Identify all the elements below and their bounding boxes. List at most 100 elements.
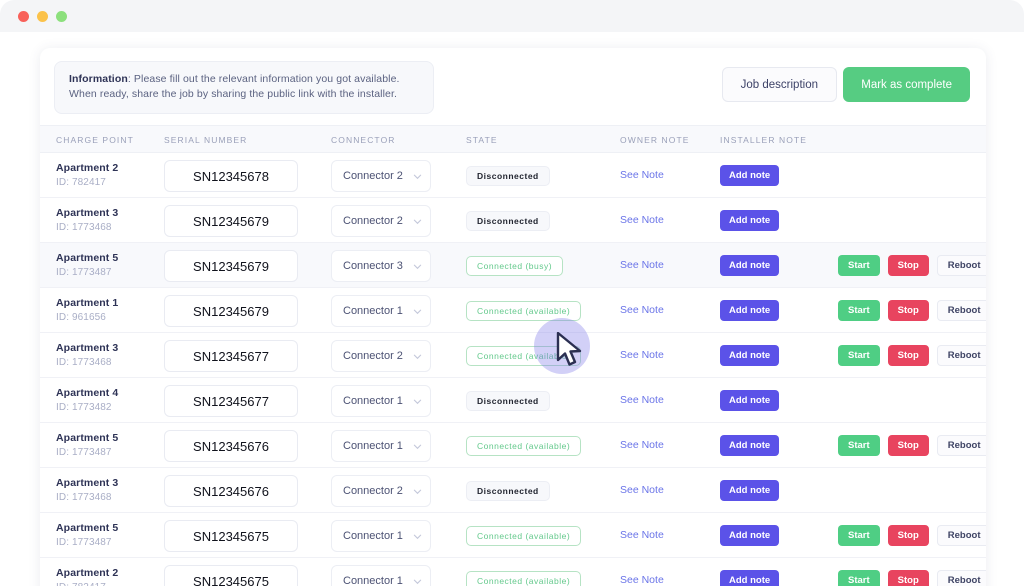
table-row[interactable]: Apartment 3 ID: 1773468 Connector 2 Connect… [40,333,986,378]
serial-number-input[interactable] [164,385,298,417]
content-card: Information: Please fill out the relevan… [40,48,986,586]
table-row[interactable]: Apartment 2 ID: 782417 Connector 2 Disconne… [40,153,986,198]
table-row[interactable]: Apartment 1 ID: 961656 Connector 1 Connecte… [40,288,986,333]
minimize-window-dot[interactable] [37,10,48,22]
add-note-button[interactable]: Add note [720,570,780,586]
stop-button[interactable]: Stop [887,435,929,456]
start-button[interactable]: Start [838,435,880,456]
owner-note-link[interactable]: See Note [620,349,664,361]
installer-note-cell: Add note [720,300,780,321]
add-note-button[interactable]: Add note [720,210,780,231]
owner-note-link[interactable]: See Note [620,439,664,451]
owner-note-link[interactable]: See Note [620,529,664,541]
owner-note-link[interactable]: See Note [620,259,664,271]
owner-note-link[interactable]: See Note [620,304,664,316]
add-note-button[interactable]: Add note [720,435,780,456]
reboot-button[interactable]: Reboot [936,255,986,276]
page-body: Information: Please fill out the relevan… [0,32,1024,586]
charge-point-cell: Apartment 5 ID: 1773487 [56,432,118,458]
reboot-button[interactable]: Reboot [936,300,986,321]
start-button[interactable]: Start [838,255,880,276]
table-row[interactable]: Apartment 3 ID: 1773468 Connector 2 Disconn… [40,468,986,513]
start-button[interactable]: Start [838,300,880,321]
charge-point-name: Apartment 2 [56,567,119,579]
table-row[interactable]: Apartment 5 ID: 1773487 Connector 3 Connect… [40,243,986,288]
connector-select-value: Connector 1 [343,440,403,452]
charge-point-cell: Apartment 5 ID: 1773487 [56,252,118,278]
stop-button[interactable]: Stop [887,255,929,276]
maximize-window-dot[interactable] [56,10,67,22]
start-button[interactable]: Start [838,570,880,586]
row-actions: Start Stop Reboot [838,435,986,456]
table-row[interactable]: Apartment 5 ID: 1773487 Connector 1 Connect… [40,423,986,468]
connector-select-value: Connector 1 [343,575,403,586]
stop-button[interactable]: Stop [887,525,929,546]
serial-number-input[interactable] [164,205,298,237]
owner-note-link[interactable]: See Note [620,214,664,226]
serial-number-input[interactable] [164,340,298,372]
status-badge: Connected (busy) [466,256,564,276]
close-window-dot[interactable] [18,10,29,22]
add-note-button[interactable]: Add note [720,255,780,276]
serial-number-input[interactable] [164,160,298,192]
row-actions: Start Stop Reboot [838,570,986,586]
serial-number-input[interactable] [164,520,298,552]
table-row[interactable]: Apartment 4 ID: 1773482 Connector 1 Disconn… [40,378,986,423]
charge-point-cell: Apartment 4 ID: 1773482 [56,387,118,413]
connector-select[interactable]: Connector 2 [331,160,431,192]
add-note-button[interactable]: Add note [720,390,780,411]
stop-button[interactable]: Stop [887,300,929,321]
owner-note-link[interactable]: See Note [620,169,664,181]
serial-number-input[interactable] [164,430,298,462]
chevron-down-icon [413,174,422,179]
charge-point-id: ID: 1773468 [56,357,112,368]
connector-select[interactable]: Connector 1 [331,520,431,552]
add-note-button[interactable]: Add note [720,165,780,186]
serial-number-cell [164,565,298,586]
stop-button[interactable]: Stop [887,570,929,586]
connector-select[interactable]: Connector 3 [331,250,431,282]
job-description-button[interactable]: Job description [721,67,837,102]
serial-number-input[interactable] [164,565,298,586]
connector-select[interactable]: Connector 1 [331,565,431,586]
add-note-button[interactable]: Add note [720,345,780,366]
connector-select[interactable]: Connector 1 [331,430,431,462]
reboot-button[interactable]: Reboot [936,345,986,366]
reboot-button[interactable]: Reboot [936,525,986,546]
table-row[interactable]: Apartment 2 ID: 782417 Connector 1 Connecte… [40,558,986,586]
connector-select[interactable]: Connector 2 [331,475,431,507]
connector-select[interactable]: Connector 2 [331,205,431,237]
owner-note-link[interactable]: See Note [620,484,664,496]
start-button[interactable]: Start [838,345,880,366]
owner-note-link[interactable]: See Note [620,574,664,586]
charge-point-name: Apartment 5 [56,522,119,534]
connector-select[interactable]: Connector 1 [331,385,431,417]
mark-as-complete-button[interactable]: Mark as complete [843,67,970,102]
charge-point-name: Apartment 3 [56,207,119,219]
connector-cell: Connector 2 [331,475,431,507]
reboot-button[interactable]: Reboot [936,435,986,456]
state-cell: Disconnected [466,211,550,231]
charge-point-id: ID: 1773468 [56,222,112,233]
stop-button[interactable]: Stop [887,345,929,366]
owner-note-link[interactable]: See Note [620,394,664,406]
serial-number-input[interactable] [164,295,298,327]
row-actions: Start Stop Reboot [838,300,986,321]
connector-select[interactable]: Connector 2 [331,340,431,372]
state-cell: Connected (available) [466,346,582,366]
serial-number-input[interactable] [164,475,298,507]
information-banner: Information: Please fill out the relevan… [54,61,434,114]
connector-select[interactable]: Connector 1 [331,295,431,327]
serial-number-input[interactable] [164,250,298,282]
add-note-button[interactable]: Add note [720,480,780,501]
add-note-button[interactable]: Add note [720,300,780,321]
table-row[interactable]: Apartment 5 ID: 1773487 Connector 1 Connect… [40,513,986,558]
status-badge: Connected (available) [466,526,582,546]
charge-point-name: Apartment 4 [56,387,119,399]
start-button[interactable]: Start [838,525,880,546]
state-cell: Connected (available) [466,571,582,586]
charge-point-cell: Apartment 3 ID: 1773468 [56,342,118,368]
add-note-button[interactable]: Add note [720,525,780,546]
reboot-button[interactable]: Reboot [936,570,986,586]
table-row[interactable]: Apartment 3 ID: 1773468 Connector 2 Disconn… [40,198,986,243]
